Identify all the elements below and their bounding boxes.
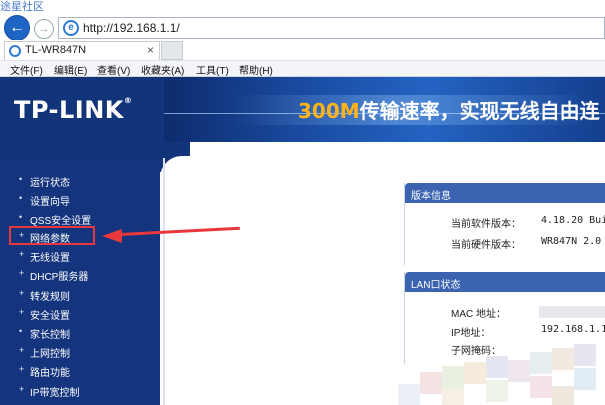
red-arrow-icon xyxy=(102,229,122,243)
mac-label: MAC 地址： xyxy=(451,309,506,320)
version-panel-title: 版本信息 xyxy=(405,183,605,203)
browser-window: 途星社区 ← → e http://192.168.1.1/ TL-WR847N… xyxy=(0,0,605,405)
sidebar-divider xyxy=(163,158,165,405)
tab-title: TL-WR847N xyxy=(25,44,87,56)
tab-active[interactable]: TL-WR847N × xyxy=(4,41,160,60)
url-field[interactable]: e http://192.168.1.1/ xyxy=(58,17,605,39)
ip-value: 192.168.1.1 xyxy=(541,324,605,335)
hardware-version-value: WR847N 2.0 ( xyxy=(541,236,605,247)
menu-file[interactable]: 文件(F) xyxy=(10,62,43,77)
tab-bar: TL-WR847N × xyxy=(0,40,605,60)
sidebar-item-forwarding[interactable]: + 转发规则 xyxy=(0,286,160,304)
software-version-label: 当前软件版本： xyxy=(451,219,521,230)
menu-edit[interactable]: 编辑(E) xyxy=(54,62,87,77)
forward-button[interactable]: → xyxy=(34,19,54,39)
new-tab-button[interactable] xyxy=(161,41,183,60)
mask-label: 子网掩码： xyxy=(451,346,501,357)
banner-slogan: 300M传输速率，实现无线自由连 xyxy=(298,99,600,123)
sidebar-item-parental[interactable]: • 家长控制 xyxy=(0,324,160,342)
version-panel: 版本信息 当前软件版本： 4.18.20 Buil 当前硬件版本： WR847N… xyxy=(404,183,605,265)
tab-ie-icon xyxy=(9,45,21,57)
back-button[interactable]: ← xyxy=(4,15,30,41)
url-text: http://192.168.1.1/ xyxy=(83,21,180,35)
ip-label: IP地址： xyxy=(451,328,491,339)
mac-value-blurred xyxy=(539,306,605,318)
tp-link-logo: TP-LINK® xyxy=(14,96,133,124)
sidebar-item-access-control[interactable]: + 上网控制 xyxy=(0,343,160,361)
sidebar-item-security[interactable]: + 安全设置 xyxy=(0,305,160,323)
menu-favorites[interactable]: 收藏夹(A) xyxy=(141,62,184,77)
sidebar-item-wireless[interactable]: + 无线设置 xyxy=(0,247,160,265)
address-bar-row: ← → e http://192.168.1.1/ xyxy=(0,10,605,41)
hardware-version-label: 当前硬件版本： xyxy=(451,240,521,251)
lan-panel-title: LAN口状态 xyxy=(405,272,605,292)
menu-tools[interactable]: 工具(T) xyxy=(196,62,229,77)
menu-view[interactable]: 查看(V) xyxy=(97,62,130,77)
router-header: TP-LINK® 300M传输速率，实现无线自由连 xyxy=(0,77,605,142)
ie-icon: e xyxy=(63,20,79,36)
software-version-value: 4.18.20 Buil xyxy=(541,215,605,226)
menu-bar: 文件(F) 编辑(E) 查看(V) 收藏夹(A) 工具(T) 帮助(H) xyxy=(0,60,605,77)
sidebar-item-wizard[interactable]: • 设置向导 xyxy=(0,191,160,209)
sidebar-item-routing[interactable]: + 路由功能 xyxy=(0,362,160,380)
menu-help[interactable]: 帮助(H) xyxy=(239,62,273,77)
sidebar-item-dhcp[interactable]: + DHCP服务器 xyxy=(0,266,160,284)
sidebar-item-bandwidth[interactable]: + IP带宽控制 xyxy=(0,382,160,400)
banner: 300M传输速率，实现无线自由连 xyxy=(164,77,605,142)
sidebar: • 运行状态 • 设置向导 • QSS安全设置 + 网络参数 + 无线设置 + DHCP服务… xyxy=(0,158,160,405)
watermark: 途星社区 xyxy=(0,1,44,13)
tab-close-icon[interactable]: × xyxy=(147,43,154,57)
highlight-box-network xyxy=(9,226,95,245)
sidebar-item-status[interactable]: • 运行状态 xyxy=(0,172,160,190)
